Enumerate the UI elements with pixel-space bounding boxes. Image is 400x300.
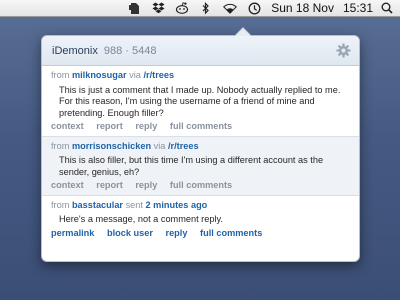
sent-label: sent [125, 199, 143, 210]
menubar-date[interactable]: Sun 18 Nov [271, 1, 334, 15]
from-label: from [51, 70, 70, 80]
reply-link[interactable]: reply [135, 180, 157, 190]
via-label: via [153, 140, 166, 151]
context-link[interactable]: context [51, 121, 84, 131]
report-link[interactable]: report [96, 121, 123, 131]
reddit-notifications-popover: iDemonix 988 · 5448 from milknosugar via… [41, 27, 360, 262]
report-link[interactable]: report [96, 180, 123, 190]
gear-icon[interactable] [336, 43, 351, 58]
search-icon[interactable] [380, 1, 394, 15]
subreddit-link[interactable]: /r/trees [168, 141, 199, 151]
dropbox-icon[interactable] [151, 1, 165, 15]
reply-link[interactable]: reply [135, 121, 157, 131]
sent-time: 2 minutes ago [145, 199, 208, 210]
full-comments-link[interactable]: full comments [170, 121, 232, 131]
time-machine-icon[interactable] [247, 1, 261, 15]
subreddit-link[interactable]: /r/trees [143, 70, 174, 80]
bluetooth-icon[interactable] [199, 1, 213, 15]
message-actions: context report reply full comments [51, 180, 349, 192]
author-link[interactable]: milknosugar [72, 70, 127, 80]
message-meta: from basstacular sent 2 minutes ago [51, 200, 349, 212]
via-label: via [129, 70, 141, 80]
author-link[interactable]: morrisonschicken [72, 141, 151, 151]
block-user-link[interactable]: block user [107, 228, 153, 238]
menubar-time[interactable]: 15:31 [343, 1, 373, 15]
popover-header: iDemonix 988 · 5448 [42, 36, 359, 66]
reddit-alien-icon[interactable] [175, 1, 189, 15]
from-label: from [51, 199, 70, 210]
popover-arrow-inner [235, 28, 251, 36]
message-body: This is also filler, but this time I'm u… [59, 155, 324, 177]
message-item: from morrisonschicken via /r/trees This … [42, 136, 359, 196]
full-comments-link[interactable]: full comments [200, 228, 262, 238]
message-meta: from morrisonschicken via /r/trees [51, 141, 349, 153]
from-label: from [51, 140, 70, 151]
full-comments-link[interactable]: full comments [170, 180, 232, 190]
author-link[interactable]: basstacular [72, 200, 123, 210]
menu-bar: Sun 18 Nov 15:31 [0, 0, 400, 17]
message-actions: permalink block user reply full comments [51, 228, 349, 240]
message-actions: context report reply full comments [51, 121, 349, 133]
message-meta: from milknosugar via /r/trees [51, 70, 349, 82]
evernote-icon[interactable] [127, 1, 141, 15]
reply-link[interactable]: reply [166, 228, 188, 238]
account-username[interactable]: iDemonix [52, 45, 98, 57]
message-item: from basstacular sent 2 minutes ago Here… [42, 196, 359, 243]
message-body: Here's a message, not a comment reply. [59, 214, 223, 224]
message-body: This is just a comment that I made up. N… [59, 84, 341, 118]
permalink-link[interactable]: permalink [51, 228, 94, 238]
wifi-icon[interactable] [223, 1, 238, 15]
context-link[interactable]: context [51, 180, 84, 190]
message-item: from milknosugar via /r/trees This is ju… [42, 66, 359, 137]
karma-score: 988 · 5448 [103, 44, 157, 57]
